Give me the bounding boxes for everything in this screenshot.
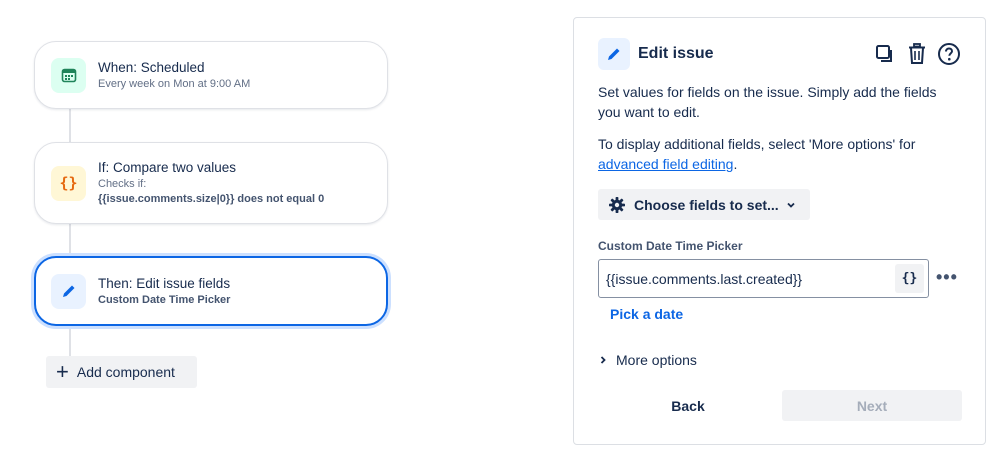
chevron-down-icon	[786, 200, 796, 210]
flow-connector-1	[69, 108, 71, 144]
trigger-title: When: Scheduled	[98, 59, 205, 75]
field-label: Custom Date Time Picker	[598, 239, 743, 253]
plus-icon: +	[56, 359, 69, 384]
condition-detail: {{issue.comments.size|0}} does not equal…	[98, 193, 325, 205]
trash-icon[interactable]	[905, 42, 929, 66]
advanced-field-editing-link[interactable]: advanced field editing	[598, 156, 733, 172]
chevron-right-icon	[598, 355, 612, 365]
panel-title: Edit issue	[638, 45, 714, 62]
gear-icon	[608, 196, 626, 214]
pencil-icon	[51, 273, 86, 309]
choose-fields-label: Choose fields to set...	[634, 196, 779, 213]
description-2-suffix: .	[733, 156, 738, 172]
add-component-button[interactable]: + Add component	[46, 356, 197, 388]
pencil-icon	[598, 38, 630, 70]
action-card[interactable]: Then: Edit issue fields Custom Date Time…	[34, 256, 388, 326]
action-subtitle: Custom Date Time Picker	[98, 293, 231, 306]
more-options-toggle[interactable]: More options	[598, 352, 697, 368]
more-options-label: More options	[616, 352, 697, 368]
trigger-subtitle: Every week on Mon at 9:00 AM	[98, 77, 251, 90]
custom-date-time-field[interactable]: {{issue.comments.last.created}} {}	[598, 259, 929, 298]
panel-description: Set values for fields on the issue. Simp…	[598, 84, 937, 120]
trigger-card[interactable]: When: Scheduled Every week on Mon at 9:0…	[34, 41, 388, 109]
panel-header: Edit issue	[598, 38, 961, 70]
curly-braces-icon: {}	[51, 165, 86, 201]
pick-date-link[interactable]: Pick a date	[610, 306, 683, 322]
field-value: {{issue.comments.last.created}}	[606, 270, 803, 287]
condition-card[interactable]: {} If: Compare two values Checks if: {{i…	[34, 142, 388, 224]
panel-description-2: To display additional fields, select 'Mo…	[598, 134, 958, 174]
edit-issue-panel: Edit issue Set values for fields on the …	[573, 17, 986, 445]
flow-connector-3	[69, 325, 71, 357]
add-component-label: Add component	[76, 364, 175, 380]
more-actions-icon[interactable]: •••	[936, 268, 958, 286]
copy-icon[interactable]	[873, 42, 897, 66]
smart-value-button[interactable]: {}	[895, 264, 924, 293]
description-2-prefix: To display additional fields, select 'Mo…	[598, 136, 916, 152]
action-title: Then: Edit issue fields	[98, 275, 231, 291]
calendar-icon	[51, 57, 86, 93]
flow-connector-2	[69, 223, 71, 257]
condition-subtitle: Checks if:	[98, 178, 147, 190]
next-button[interactable]: Next	[782, 390, 962, 421]
back-button[interactable]: Back	[634, 390, 742, 421]
help-icon[interactable]	[937, 42, 961, 66]
condition-title: If: Compare two values	[98, 160, 237, 175]
choose-fields-button[interactable]: Choose fields to set...	[598, 189, 810, 220]
